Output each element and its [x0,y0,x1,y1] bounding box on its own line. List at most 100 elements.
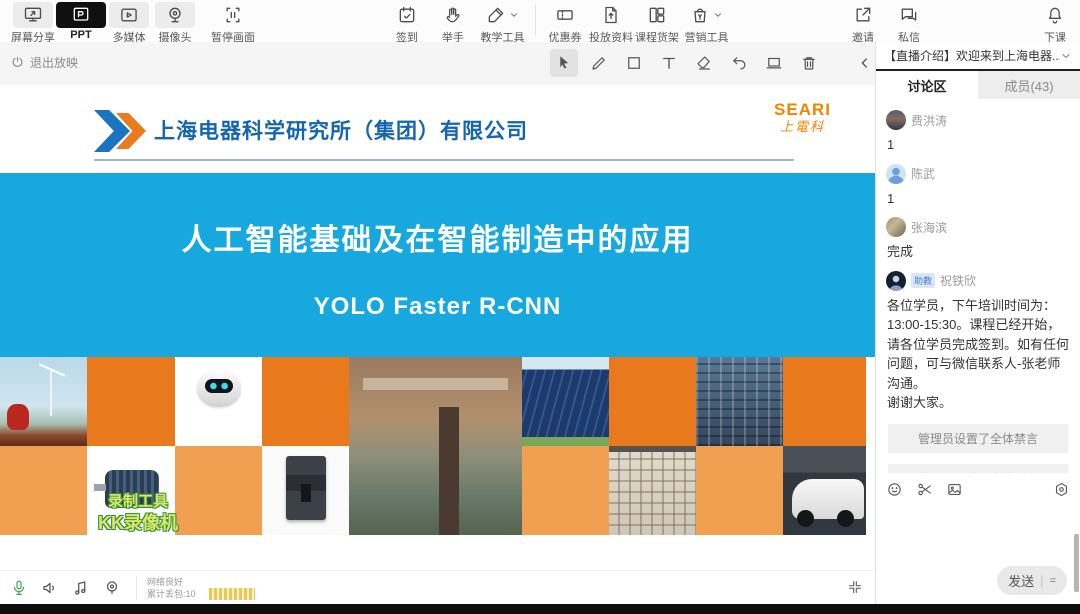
toolbar-end-group: 下课 [1032,2,1078,45]
avatar [886,110,906,130]
toolbar-left-group: 屏幕分享 PPT 多媒体 摄像头 [10,2,256,45]
live-intro-dropdown[interactable]: 【直播介绍】欢迎来到上海电器... [876,42,1080,71]
worker-figure [7,404,29,430]
pause-screen-button[interactable]: 暂停画面 [210,2,256,45]
sign-in-button[interactable]: 签到 [384,2,430,45]
raise-hand-icon [433,2,473,28]
toolbar-divider [535,5,536,35]
send-divider: | [1040,573,1043,588]
slide-header: 上海电器科学研究所（集团）有限公司 SEARI 上電科 [0,85,875,173]
recorder-watermark: 录制工具 KK录像机 [78,493,198,534]
photo-circuit-breaker [262,446,349,535]
emoji-icon[interactable] [886,481,903,498]
orange-tile [0,446,87,535]
microphone-icon[interactable] [10,579,28,597]
undo-tool[interactable] [725,49,753,77]
multimedia-button[interactable]: 多媒体 [106,2,152,45]
collapse-fullscreen-icon[interactable] [847,579,863,595]
header-rule [94,159,794,161]
slide-title: 人工智能基础及在智能制造中的应用 [0,173,875,259]
organization-name: 上海电器科学研究所（集团）有限公司 [154,115,528,145]
speaker-icon[interactable] [41,579,59,597]
screen-share-button[interactable]: 屏幕分享 [10,2,56,45]
marketing-tools-button[interactable]: 营销工具 [680,2,733,45]
send-options-icon[interactable]: = [1050,575,1056,587]
teaching-tools-button[interactable]: 教学工具 [476,2,529,45]
photo-institute-building [349,357,522,535]
avatar [886,217,906,237]
end-class-button[interactable]: 下课 [1032,2,1078,45]
system-message: 管理员取消了全体禁言 [888,464,1068,474]
course-shelf-icon [637,2,677,28]
chevron-down-icon [713,10,723,20]
orange-tile [783,357,866,446]
invite-button[interactable]: 邀请 [840,2,886,45]
coupon-icon [545,2,585,28]
photo-electric-car [783,446,866,535]
double-chevron-logo-icon [94,110,146,152]
chat-input-toolbar [876,473,1080,502]
photo-wind-turbine [0,357,87,446]
whiteboard-tool[interactable] [760,49,788,77]
seari-logo: SEARI 上電科 [774,101,831,134]
image-icon[interactable] [946,481,963,498]
send-row: 发送 | = [876,564,1080,604]
pause-screen-icon [213,2,253,28]
coupon-button[interactable]: 优惠券 [542,2,588,45]
chat-message: 费洪涛 1 [886,110,1070,155]
music-icon[interactable] [72,579,90,597]
multimedia-icon [109,2,149,28]
send-button[interactable]: 发送 | = [997,566,1067,595]
network-waveform [209,588,255,600]
chat-message: 助教 祝铁欣 各位学员，下午培训时间为：13:00-15:30。课程已经开始，请… [886,271,1070,413]
system-message: 管理员设置了全体禁言 [888,424,1068,453]
teaching-tools-icon [476,2,529,28]
end-class-bell-icon [1035,2,1075,28]
materials-icon [591,2,631,28]
orange-tile [522,446,609,535]
private-message-icon [889,2,929,28]
camera-icon [155,2,195,28]
tab-members[interactable]: 成员(43) [978,71,1080,99]
photo-robot [175,357,262,446]
settings-gear-icon[interactable] [1053,481,1070,498]
photo-solar-panels [522,357,609,446]
ppt-icon [56,2,106,28]
orange-tile [609,357,696,446]
private-message-button[interactable]: 私信 [886,2,932,45]
presentation-subbar: 退出放映 [0,42,875,86]
webcam-icon[interactable] [103,579,121,597]
materials-button[interactable]: 投放资料 [588,2,634,45]
ppt-slide: 上海电器科学研究所（集团）有限公司 SEARI 上電科 人工智能基础及在智能制造… [0,85,875,570]
raise-hand-button[interactable]: 举手 [430,2,476,45]
sidebar-scrollbar[interactable] [1074,534,1079,592]
top-toolbar: 屏幕分享 PPT 多媒体 摄像头 [0,0,1080,43]
exit-slideshow-button[interactable]: 退出放映 [10,54,78,71]
photo-anechoic-chamber [609,446,696,535]
text-tool[interactable] [655,49,683,77]
slide-subtitle: YOLO Faster R-CNN [0,293,875,321]
chat-message: 陈武 1 [886,164,1070,209]
course-shelf-button[interactable]: 课程货架 [634,2,680,45]
clear-tool[interactable] [795,49,823,77]
marketing-tools-icon [680,2,733,28]
camera-button[interactable]: 摄像头 [152,2,198,45]
chat-message: 张海滨 完成 [886,217,1070,262]
slide-title-banner: 人工智能基础及在智能制造中的应用 YOLO Faster R-CNN [0,173,875,357]
toolbar-right-group: 邀请 私信 [840,2,932,45]
avatar [886,271,906,291]
media-controls: 网络良好 累计丢包:10 [10,571,255,605]
chat-message-list[interactable]: 费洪涛 1 陈武 1 张海滨 完成 [876,99,1080,473]
rectangle-tool[interactable] [620,49,648,77]
scissors-icon[interactable] [916,481,933,498]
select-tool[interactable] [550,49,578,77]
tab-discussion[interactable]: 讨论区 [876,71,978,99]
ppt-button[interactable]: PPT [56,2,106,41]
chat-sidebar: 【直播介绍】欢迎来到上海电器... 讨论区 成员(43) 费洪涛 1 陈武 [875,42,1080,604]
screen-share-icon [13,2,53,28]
avatar [886,164,906,184]
chat-input-area[interactable] [876,502,1080,564]
exit-slideshow-icon [10,55,25,70]
eraser-tool[interactable] [690,49,718,77]
pen-tool[interactable] [585,49,613,77]
